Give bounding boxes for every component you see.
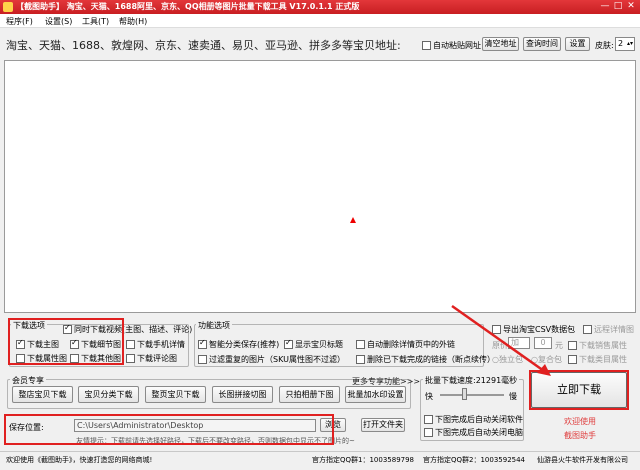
status-welcome: 欢迎使用《截图助手》，快速打造您的网络商城! xyxy=(6,456,153,464)
status-company: 仙游县火牛软件开发有限公司 xyxy=(537,456,628,464)
status-bar: 欢迎使用《截图助手》，快速打造您的网络商城! 官方指定QQ群1：10035897… xyxy=(0,451,640,470)
status-qq-group-2: 官方指定QQ群2：1003592544 xyxy=(423,456,526,464)
annotation-arrow xyxy=(451,304,551,376)
status-qq-group-1: 官方指定QQ群1：1003589798 xyxy=(312,456,415,464)
